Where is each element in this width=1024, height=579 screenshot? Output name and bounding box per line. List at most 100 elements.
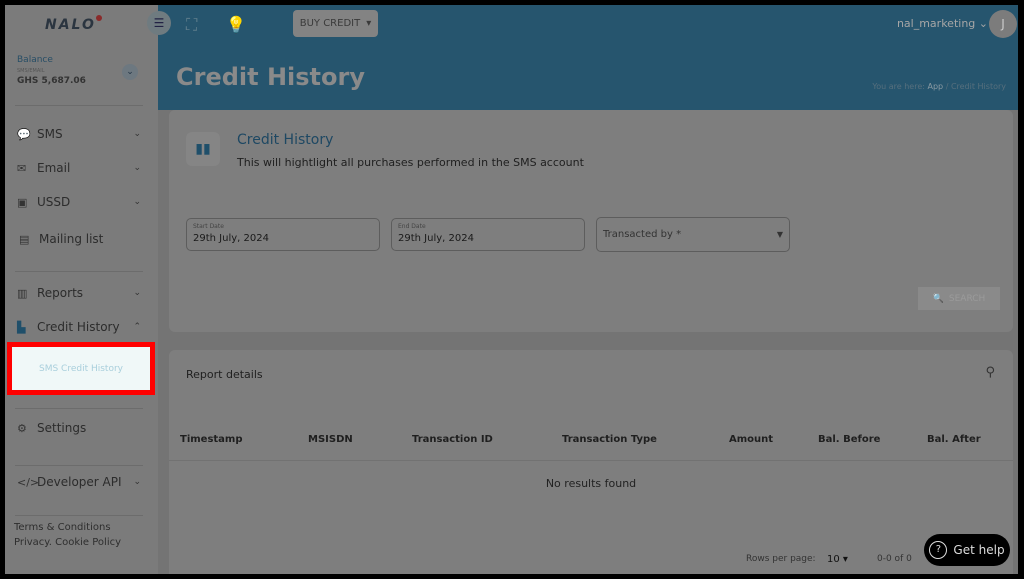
- rows-per-page-label: Rows per page:: [746, 554, 816, 564]
- start-date-field[interactable]: Start Date 29th July, 2024: [186, 218, 380, 251]
- label: Mailing list: [39, 232, 104, 246]
- user-menu[interactable]: nal_marketing ⌄: [897, 17, 988, 30]
- sidebar-item-credit-history[interactable]: ▙ Credit History ⌃: [17, 320, 141, 334]
- card-description: This will hightlight all purchases perfo…: [237, 156, 584, 169]
- card-title: Credit History: [237, 132, 334, 148]
- column-header[interactable]: Bal. Before: [818, 434, 880, 445]
- placeholder: Transacted by *: [603, 229, 682, 240]
- label: Get help: [953, 543, 1005, 557]
- value: 10: [827, 554, 840, 565]
- sidebar-item-settings[interactable]: ⚙ Settings: [17, 421, 141, 435]
- username: nal_marketing: [896, 17, 976, 30]
- balance-label: Balance: [17, 55, 53, 65]
- column-header[interactable]: MSISDN: [308, 434, 353, 445]
- buy-credit-button[interactable]: BUY CREDIT ▾: [293, 10, 378, 37]
- label: Email: [37, 161, 71, 175]
- get-help-button[interactable]: ? Get help: [924, 534, 1010, 566]
- sidebar-item-reports[interactable]: ▥ Reports ⌄: [17, 286, 141, 300]
- chevron-down-icon: ⌄: [133, 477, 141, 487]
- report-card: Report details ⚲ Timestamp MSISDN Transa…: [169, 350, 1013, 574]
- label: Reports: [37, 286, 84, 300]
- sidebar-item-email[interactable]: ✉ Email ⌄: [17, 161, 141, 175]
- label: BUY CREDIT: [299, 18, 361, 29]
- divider: [15, 515, 143, 516]
- balance-chevron-icon[interactable]: ⌄: [122, 64, 138, 80]
- label: SMS Credit History: [39, 363, 123, 374]
- column-header[interactable]: Amount: [729, 434, 773, 445]
- caret-down-icon: ▼: [776, 230, 783, 239]
- page-title: Credit History: [176, 63, 365, 91]
- column-header[interactable]: Timestamp: [180, 434, 243, 445]
- bar-chart-icon: ▮▮: [186, 132, 220, 166]
- label: Start Date: [193, 223, 224, 230]
- column-header[interactable]: Bal. After: [927, 434, 981, 445]
- breadcrumb-current: Credit History: [950, 82, 1006, 91]
- label: Credit History: [37, 320, 120, 334]
- value: 29th July, 2024: [398, 233, 474, 244]
- report-icon: ▥: [17, 286, 28, 300]
- balance-amount: GHS 5,687.06: [17, 76, 86, 86]
- nalo-logo: NALO: [45, 15, 102, 33]
- column-header[interactable]: Transaction Type: [562, 434, 657, 445]
- search-icon[interactable]: ⚲: [985, 365, 995, 380]
- search-button[interactable]: 🔍 SEARCH: [918, 287, 1000, 310]
- header-band: [158, 5, 1018, 110]
- label: SMS: [37, 127, 63, 141]
- filter-card: ▮▮ Credit History This will hightlight a…: [169, 110, 1013, 332]
- empty-state: No results found: [545, 477, 637, 490]
- end-date-field[interactable]: End Date 29th July, 2024: [391, 218, 585, 251]
- breadcrumb-app[interactable]: App: [928, 82, 944, 91]
- code-icon: </>: [17, 475, 40, 489]
- value: 29th July, 2024: [193, 233, 269, 244]
- label: SEARCH: [948, 293, 986, 304]
- label: End Date: [398, 223, 426, 230]
- collapse-sidebar-icon[interactable]: ☰: [147, 11, 171, 35]
- avatar[interactable]: J: [989, 10, 1017, 38]
- ussd-icon: ▣: [17, 195, 28, 209]
- divider: [15, 408, 143, 409]
- chevron-up-icon: ⌃: [133, 322, 141, 332]
- terms-link[interactable]: Terms & Conditions: [14, 520, 121, 535]
- sidebar-item-developer-api[interactable]: </> Developer API ⌄: [17, 475, 141, 489]
- sidebar-item-ussd[interactable]: ▣ USSD ⌄: [17, 195, 141, 209]
- label: USSD: [37, 195, 71, 209]
- sidebar-footer: Terms & Conditions Privacy. Cookie Polic…: [14, 520, 121, 550]
- app-window: NALO Balance SMS/EMAIL GHS 5,687.06 ⌄ 💬 S…: [5, 5, 1018, 574]
- label: Settings: [37, 421, 87, 435]
- sidebar-subitem-sms-credit-history[interactable]: SMS Credit History: [7, 342, 155, 395]
- rows-per-page-select[interactable]: 10 ▾: [827, 554, 848, 565]
- sidebar-item-sms[interactable]: 💬 SMS ⌄: [17, 127, 141, 141]
- document-icon: ▙: [17, 320, 26, 334]
- chevron-down-icon: ⌄: [133, 163, 141, 173]
- label: Developer API: [37, 475, 122, 489]
- divider: [15, 271, 143, 272]
- pagination-range: 0-0 of 0: [877, 554, 912, 564]
- chevron-down-icon: ⌄: [133, 288, 141, 298]
- breadcrumb-prefix: You are here:: [872, 82, 925, 91]
- privacy-link[interactable]: Privacy. Cookie Policy: [14, 535, 121, 550]
- chevron-down-icon: ⌄: [133, 129, 141, 139]
- divider: [169, 460, 1013, 461]
- search-icon: 🔍: [932, 293, 944, 304]
- caret-down-icon: ▾: [366, 18, 372, 29]
- transacted-by-select[interactable]: Transacted by * ▼: [596, 217, 790, 252]
- sidebar-item-mailing-list[interactable]: ▤ Mailing list: [19, 232, 143, 246]
- chevron-down-icon: ⌄: [978, 17, 988, 30]
- balance-panel: Balance SMS/EMAIL GHS 5,687.06: [17, 55, 86, 86]
- sidebar: NALO Balance SMS/EMAIL GHS 5,687.06 ⌄ 💬 S…: [5, 5, 158, 574]
- column-header[interactable]: Transaction ID: [412, 434, 493, 445]
- question-icon: ?: [929, 541, 948, 559]
- caret-down-icon: ▾: [842, 554, 848, 565]
- fullscreen-icon[interactable]: ⛶: [186, 15, 197, 35]
- chevron-down-icon: ⌄: [133, 197, 141, 207]
- report-title: Report details: [186, 368, 263, 381]
- divider: [15, 465, 143, 466]
- chat-icon: 💬: [17, 127, 31, 141]
- mail-icon: ✉: [17, 161, 27, 175]
- lightbulb-icon[interactable]: 💡: [226, 15, 246, 34]
- gear-icon: ⚙: [17, 421, 27, 435]
- balance-sub: SMS/EMAIL: [17, 68, 45, 74]
- breadcrumb-sep: /: [945, 82, 949, 91]
- list-icon: ▤: [19, 232, 30, 246]
- divider: [15, 105, 143, 106]
